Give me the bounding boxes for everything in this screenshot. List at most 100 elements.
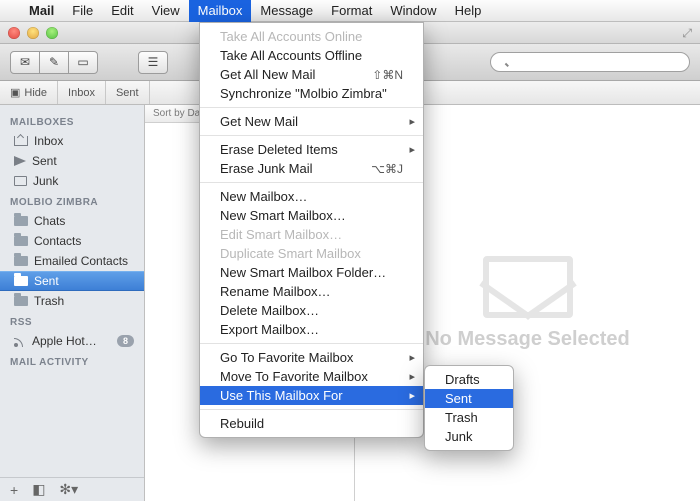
menu-separator <box>200 135 423 136</box>
menu-item-duplicate-smart-mailbox: Duplicate Smart Mailbox <box>200 244 423 263</box>
menu-separator <box>200 409 423 410</box>
mac-menubar: Mail FileEditViewMailboxMessageFormatWin… <box>0 0 700 22</box>
sidebar-item-chats[interactable]: Chats <box>0 211 144 231</box>
compose-button[interactable]: ✎ <box>39 51 69 74</box>
submenu-item-trash[interactable]: Trash <box>425 408 513 427</box>
minimize-button[interactable] <box>27 27 39 39</box>
sidebar-item-label: Apple Hot… <box>32 334 97 348</box>
menubar-item-mailbox[interactable]: Mailbox <box>189 0 252 22</box>
sidebar-header: MAILBOXES <box>0 111 144 131</box>
menu-item-erase-deleted-items[interactable]: Erase Deleted Items <box>200 140 423 159</box>
submenu-item-sent[interactable]: Sent <box>425 389 513 408</box>
sidebar-item-inbox[interactable]: Inbox <box>0 131 144 151</box>
menu-item-label: Edit Smart Mailbox… <box>220 227 342 242</box>
menu-item-delete-mailbox[interactable]: Delete Mailbox… <box>200 301 423 320</box>
folder-icon <box>14 236 28 246</box>
note-icon: ▭ <box>77 55 88 69</box>
hide-icon: ▣ <box>10 86 20 99</box>
sidebar-item-label: Sent <box>34 274 59 288</box>
menu-item-label: Take All Accounts Online <box>220 29 362 44</box>
sidebar-item-trash[interactable]: Trash <box>0 291 144 311</box>
zoom-button[interactable] <box>46 27 58 39</box>
rss-icon <box>14 335 26 347</box>
archive-icon: ☰ <box>148 55 159 69</box>
favorite-sent[interactable]: Sent <box>106 81 150 104</box>
menu-item-new-smart-mailbox-folder[interactable]: New Smart Mailbox Folder… <box>200 263 423 282</box>
menu-item-erase-junk-mail[interactable]: Erase Junk Mail⌥⌘J <box>200 159 423 178</box>
folder-icon <box>14 276 28 286</box>
menu-item-new-smart-mailbox[interactable]: New Smart Mailbox… <box>200 206 423 225</box>
menubar-item-file[interactable]: File <box>63 0 102 22</box>
close-button[interactable] <box>8 27 20 39</box>
menubar-app[interactable]: Mail <box>20 0 63 22</box>
menu-item-rename-mailbox[interactable]: Rename Mailbox… <box>200 282 423 301</box>
sidebar-item-label: Inbox <box>34 134 63 148</box>
menubar-item-window[interactable]: Window <box>381 0 445 22</box>
menu-item-export-mailbox[interactable]: Export Mailbox… <box>200 320 423 339</box>
sidebar-footer: + ◧ ✻▾ <box>0 477 144 501</box>
menubar-item-view[interactable]: View <box>143 0 189 22</box>
submenu-item-drafts[interactable]: Drafts <box>425 370 513 389</box>
window-controls <box>8 27 58 39</box>
menu-item-use-this-mailbox-for[interactable]: Use This Mailbox For <box>200 386 423 405</box>
sidebar-item-sent[interactable]: Sent <box>0 151 144 171</box>
archive-button[interactable]: ☰ <box>138 51 168 74</box>
sidebar-header: MAIL ACTIVITY <box>0 351 144 371</box>
menubar-item-format[interactable]: Format <box>322 0 381 22</box>
sidebar-item-contacts[interactable]: Contacts <box>0 231 144 251</box>
search-input[interactable] <box>490 52 690 72</box>
folder-icon <box>14 296 28 306</box>
sidebar-item-label: Trash <box>34 294 64 308</box>
sidebar-item-apple-hot-[interactable]: Apple Hot…8 <box>0 331 144 351</box>
sidebar-header: RSS <box>0 311 144 331</box>
menu-item-new-mailbox[interactable]: New Mailbox… <box>200 187 423 206</box>
get-mail-button[interactable]: ✉ <box>10 51 40 74</box>
menu-item-label: Move To Favorite Mailbox <box>220 369 368 384</box>
menu-item-label: Go To Favorite Mailbox <box>220 350 353 365</box>
sidebar-item-label: Junk <box>33 174 58 188</box>
menubar-item-edit[interactable]: Edit <box>102 0 142 22</box>
inbox-icon: ✉ <box>20 55 30 69</box>
sidebar-item-emailed-contacts[interactable]: Emailed Contacts <box>0 251 144 271</box>
fullscreen-icon[interactable]: ⤢ <box>682 26 692 41</box>
menu-item-take-all-accounts-offline[interactable]: Take All Accounts Offline <box>200 46 423 65</box>
menu-shortcut: ⌥⌘J <box>347 162 403 176</box>
empty-text: No Message Selected <box>425 328 630 351</box>
submenu-item-junk[interactable]: Junk <box>425 427 513 446</box>
menu-item-rebuild[interactable]: Rebuild <box>200 414 423 433</box>
menu-item-label: Delete Mailbox… <box>220 303 319 318</box>
sidebar-item-sent[interactable]: Sent <box>0 271 144 291</box>
menubar-item-message[interactable]: Message <box>251 0 322 22</box>
use-this-mailbox-submenu: DraftsSentTrashJunk <box>424 365 514 451</box>
menu-item-label: Get New Mail <box>220 114 298 129</box>
menu-item-label: Export Mailbox… <box>220 322 319 337</box>
hide-label: Hide <box>24 87 47 99</box>
menu-item-label: Synchronize "Molbio Zimbra" <box>220 86 387 101</box>
menu-item-get-new-mail[interactable]: Get New Mail <box>200 112 423 131</box>
menu-item-label: Take All Accounts Offline <box>220 48 362 63</box>
add-button[interactable]: + <box>10 482 18 498</box>
menubar-item-help[interactable]: Help <box>446 0 491 22</box>
menu-item-go-to-favorite-mailbox[interactable]: Go To Favorite Mailbox <box>200 348 423 367</box>
sidebar-item-label: Sent <box>32 154 57 168</box>
sidebar-item-junk[interactable]: Junk <box>0 171 144 191</box>
menu-item-edit-smart-mailbox: Edit Smart Mailbox… <box>200 225 423 244</box>
favorite-inbox[interactable]: Inbox <box>58 81 106 104</box>
sidebar-item-label: Emailed Contacts <box>34 254 128 268</box>
menu-item-move-to-favorite-mailbox[interactable]: Move To Favorite Mailbox <box>200 367 423 386</box>
envelope-icon <box>483 256 573 318</box>
show-button[interactable]: ◧ <box>32 481 45 498</box>
menu-item-label: Rename Mailbox… <box>220 284 331 299</box>
menu-separator <box>200 107 423 108</box>
hide-sidebar-button[interactable]: ▣ Hide <box>0 81 58 104</box>
compose-icon: ✎ <box>49 55 59 69</box>
menu-item-get-all-new-mail[interactable]: Get All New Mail⇧⌘N <box>200 65 423 84</box>
menu-item-label: Get All New Mail <box>220 67 315 82</box>
menu-item-synchronize-molbio-zimbra[interactable]: Synchronize "Molbio Zimbra" <box>200 84 423 103</box>
notes-button[interactable]: ▭ <box>68 51 98 74</box>
menu-item-label: New Mailbox… <box>220 189 307 204</box>
menu-item-take-all-accounts-online: Take All Accounts Online <box>200 27 423 46</box>
action-button[interactable]: ✻▾ <box>59 481 78 498</box>
sidebar-item-label: Chats <box>34 214 65 228</box>
box-icon <box>14 176 27 186</box>
